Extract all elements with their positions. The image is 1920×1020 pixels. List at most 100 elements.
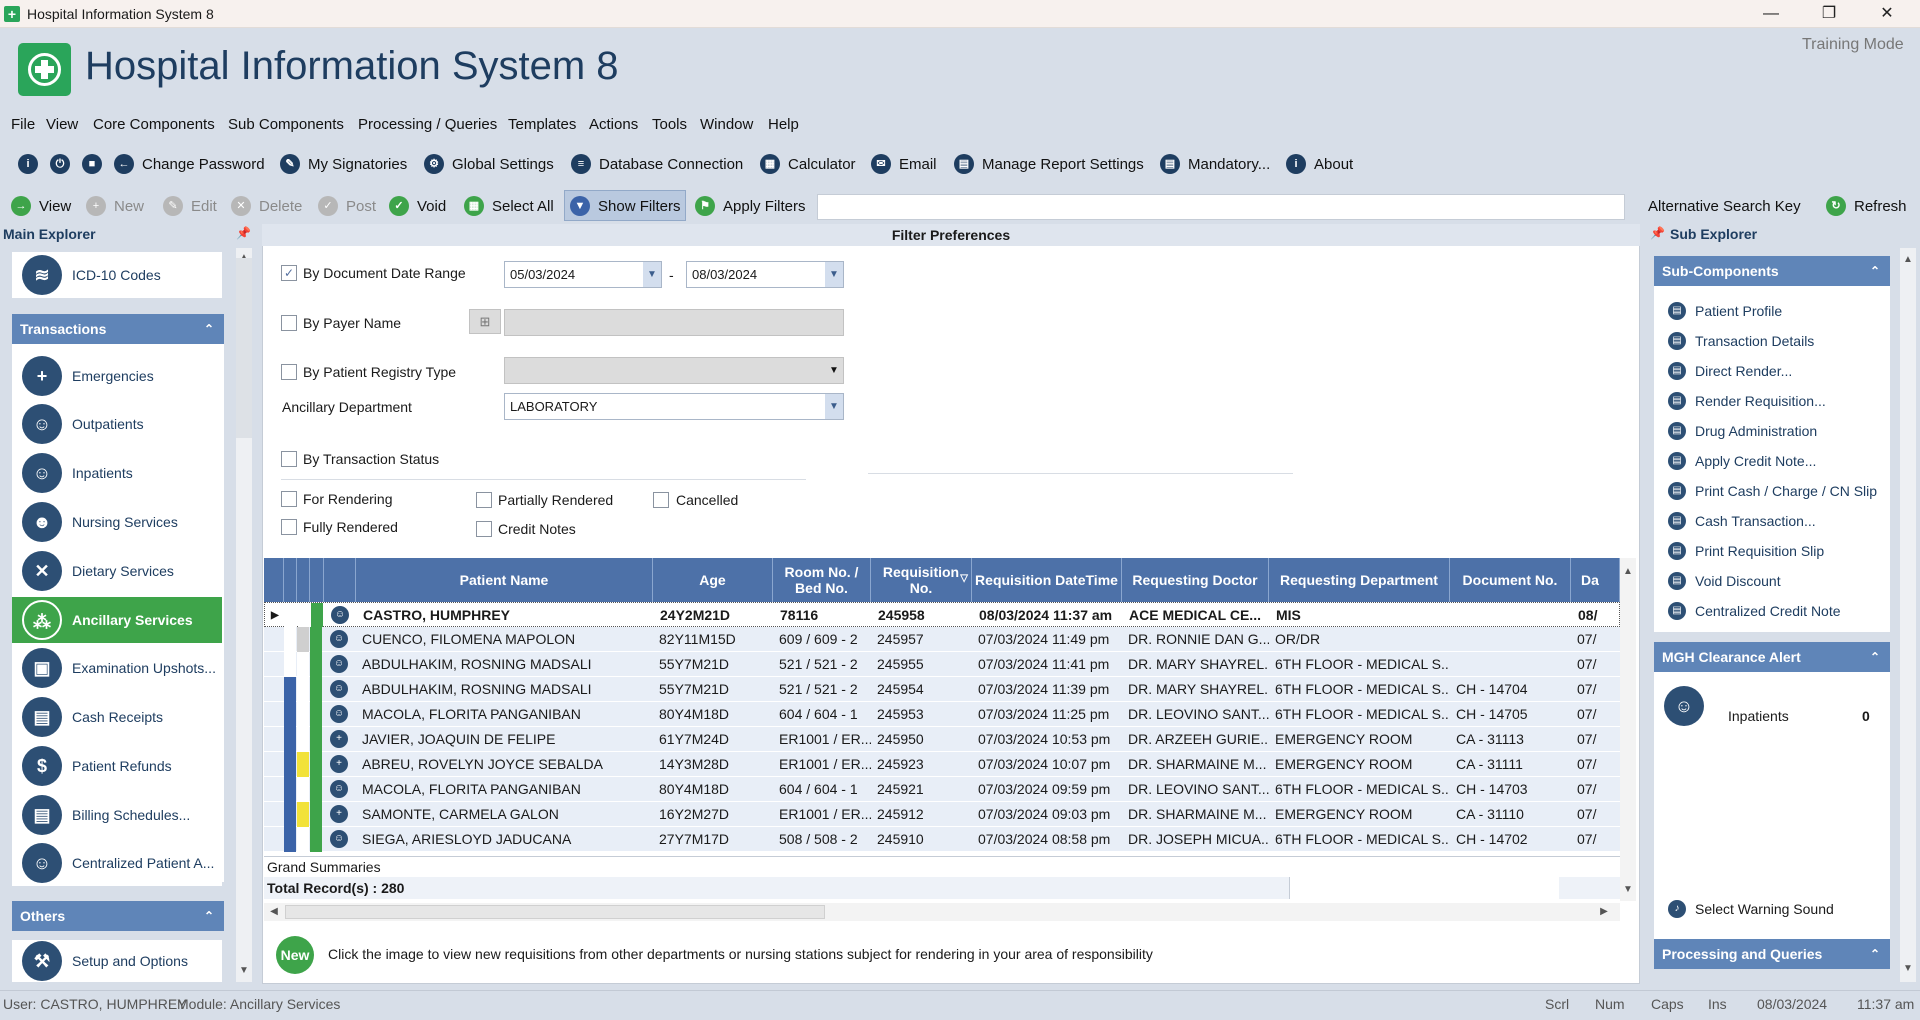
table-row[interactable]: ☺ CUENCO, FILOMENA MAPOLON 82Y11M15D 609 / …: [264, 627, 1620, 652]
manage-report-settings-button[interactable]: ▤ Manage Report Settings: [954, 152, 1144, 176]
nav-setup-options[interactable]: ⚒ Setup and Options: [12, 940, 222, 982]
transactions-group-header[interactable]: Transactions ⌃: [12, 314, 224, 344]
partially-rendered-checkbox[interactable]: [476, 492, 492, 508]
filter-funnel-icon[interactable]: ▽: [960, 571, 968, 587]
minimize-button[interactable]: —: [1742, 0, 1800, 28]
col-age[interactable]: Age: [653, 558, 773, 602]
scroll-down-arrow-icon[interactable]: ▼: [1620, 884, 1636, 895]
scroll-left-arrow-icon[interactable]: ◀: [268, 906, 280, 917]
left-scroll-thumb[interactable]: [236, 258, 252, 438]
scroll-right-arrow-icon[interactable]: ▶: [1598, 906, 1610, 917]
alternative-search-input[interactable]: [817, 194, 1625, 220]
show-filters-button[interactable]: ▼ Show Filters: [570, 194, 681, 218]
registry-type-checkbox[interactable]: [281, 364, 297, 380]
table-row[interactable]: ☺ ABDULHAKIM, ROSNING MADSALI 55Y7M21D 521 …: [264, 677, 1620, 702]
col-requesting-doctor[interactable]: Requesting Doctor: [1122, 558, 1269, 602]
scroll-down-arrow-icon[interactable]: ▼: [1900, 963, 1916, 974]
horizontal-scroll-thumb[interactable]: [285, 905, 825, 919]
table-row[interactable]: ☺ SIEGA, ARIESLOYD JADUCANA 27Y7M17D 508 / …: [264, 827, 1620, 852]
dropdown-arrow-icon[interactable]: ▼: [825, 358, 843, 383]
ancillary-department-select[interactable]: LABORATORY ▼: [504, 393, 844, 420]
table-row[interactable]: + ABREU, ROVELYN JOYCE SEBALDA 14Y3M28D ER1…: [264, 752, 1620, 777]
my-signatories-button[interactable]: ✎ My Signatories: [280, 152, 407, 176]
sub-print-cash-charge-slip[interactable]: ▤ Print Cash / Charge / CN Slip: [1668, 480, 1877, 502]
sub-components-header[interactable]: Sub-Components ⌃: [1654, 256, 1890, 286]
menu-window[interactable]: Window: [700, 116, 753, 133]
restore-button[interactable]: ❐: [1800, 0, 1858, 28]
col-requisition-datetime[interactable]: Requisition DateTime: [972, 558, 1122, 602]
collapse-chevron-icon[interactable]: ⌃: [1870, 256, 1880, 286]
nav-emergencies[interactable]: + Emergencies: [12, 353, 222, 399]
sub-render-requisition[interactable]: ▤ Render Requisition...: [1668, 390, 1826, 412]
transaction-status-checkbox[interactable]: [281, 451, 297, 467]
table-row[interactable]: ☺ ABDULHAKIM, ROSNING MADSALI 55Y7M21D 521 …: [264, 652, 1620, 677]
cancelled-checkbox[interactable]: [653, 492, 669, 508]
for-rendering-checkbox[interactable]: [281, 491, 297, 507]
nav-inpatients[interactable]: ☺ Inpatients: [12, 450, 222, 496]
collapse-chevron-icon[interactable]: ⌃: [1870, 642, 1880, 672]
nav-icd10-codes[interactable]: ≋ ICD-10 Codes: [12, 252, 222, 298]
collapse-chevron-icon[interactable]: ⌃: [204, 901, 214, 931]
col-room-bed[interactable]: Room No. / Bed No.: [773, 558, 871, 602]
void-button[interactable]: ✓ Void: [389, 194, 446, 218]
mandatory-button[interactable]: ▤ Mandatory...: [1160, 152, 1270, 176]
about-button[interactable]: i About: [1286, 152, 1353, 176]
nav-examination-upshots[interactable]: ▣ Examination Upshots...: [12, 645, 222, 691]
dropdown-arrow-icon[interactable]: ▼: [643, 262, 661, 287]
select-warning-sound[interactable]: ♪ Select Warning Sound: [1668, 898, 1834, 920]
pin-icon[interactable]: 📌: [1650, 226, 1665, 240]
menu-core-components[interactable]: Core Components: [93, 116, 215, 133]
dropdown-arrow-icon[interactable]: ▼: [825, 394, 843, 419]
nav-centralized-patient[interactable]: ☺ Centralized Patient A...: [12, 840, 222, 886]
nav-billing-schedules[interactable]: ▤ Billing Schedules...: [12, 792, 222, 838]
table-row[interactable]: ▶ ☺ CASTRO, HUMPHREY 24Y2M21D 78116 245958 08/…: [264, 602, 1620, 628]
new-button[interactable]: + New: [86, 194, 144, 218]
doc-date-checkbox[interactable]: ✓: [281, 265, 297, 281]
change-password-button[interactable]: ← Change Password: [114, 152, 265, 176]
delete-button[interactable]: ✕ Delete: [231, 194, 302, 218]
menu-view[interactable]: View: [46, 116, 78, 133]
payer-add-button[interactable]: ⊞: [469, 309, 501, 334]
database-connection-button[interactable]: ≡ Database Connection: [571, 152, 743, 176]
nav-patient-refunds[interactable]: $ Patient Refunds: [12, 743, 222, 789]
date-to-picker[interactable]: 08/03/2024 ▼: [686, 261, 844, 288]
right-scrollbar[interactable]: [1900, 248, 1916, 982]
table-row[interactable]: ☺ MACOLA, FLORITA PANGANIBAN 80Y4M18D 604 /…: [264, 777, 1620, 802]
power-toolbar-button[interactable]: ⏻: [50, 152, 70, 176]
date-from-picker[interactable]: 05/03/2024 ▼: [504, 261, 662, 288]
sub-drug-administration[interactable]: ▤ Drug Administration: [1668, 420, 1817, 442]
table-row[interactable]: ☺ MACOLA, FLORITA PANGANIBAN 80Y4M18D 604 /…: [264, 702, 1620, 727]
nav-cash-receipts[interactable]: ▤ Cash Receipts: [12, 694, 222, 740]
scroll-up-arrow-icon[interactable]: ▲: [1900, 254, 1916, 265]
nav-outpatients[interactable]: ☺ Outpatients: [12, 401, 222, 447]
col-document-no[interactable]: Document No.: [1450, 558, 1571, 602]
col-date-truncated[interactable]: Da: [1571, 558, 1620, 602]
info-toolbar-button[interactable]: i: [18, 152, 38, 176]
sub-cash-transaction[interactable]: ▤ Cash Transaction...: [1668, 510, 1816, 532]
view-button[interactable]: → View: [11, 194, 71, 218]
global-settings-button[interactable]: ⚙ Global Settings: [424, 152, 554, 176]
edit-button[interactable]: ✎ Edit: [163, 194, 217, 218]
menu-help[interactable]: Help: [768, 116, 799, 133]
sub-apply-credit-note[interactable]: ▤ Apply Credit Note...: [1668, 450, 1816, 472]
lock-toolbar-button[interactable]: ■: [82, 152, 102, 176]
collapse-chevron-icon[interactable]: ⌃: [204, 314, 214, 344]
grid-vertical-scrollbar[interactable]: [1620, 558, 1636, 901]
email-button[interactable]: ✉ Email: [871, 152, 937, 176]
table-row[interactable]: + JAVIER, JOAQUIN DE FELIPE 61Y7M24D ER1001…: [264, 727, 1620, 752]
menu-templates[interactable]: Templates: [508, 116, 576, 133]
sub-print-requisition-slip[interactable]: ▤ Print Requisition Slip: [1668, 540, 1824, 562]
menu-tools[interactable]: Tools: [652, 116, 687, 133]
scroll-down-arrow-icon[interactable]: ▼: [236, 965, 252, 976]
others-group-header[interactable]: Others ⌃: [12, 901, 224, 931]
nav-nursing-services[interactable]: ☻ Nursing Services: [12, 499, 222, 545]
sub-centralized-credit-note[interactable]: ▤ Centralized Credit Note: [1668, 600, 1841, 622]
sub-void-discount[interactable]: ▤ Void Discount: [1668, 570, 1781, 592]
menu-sub-components[interactable]: Sub Components: [228, 116, 344, 133]
menu-actions[interactable]: Actions: [589, 116, 638, 133]
processing-queries-header[interactable]: Processing and Queries ⌃: [1654, 939, 1890, 969]
apply-filters-button[interactable]: ⚑ Apply Filters: [695, 194, 806, 218]
table-row[interactable]: + SAMONTE, CARMELA GALON 16Y2M27D ER1001 / …: [264, 802, 1620, 827]
post-button[interactable]: ✓ Post: [318, 194, 376, 218]
col-requisition-no[interactable]: Requisition No. ▽: [871, 558, 972, 602]
